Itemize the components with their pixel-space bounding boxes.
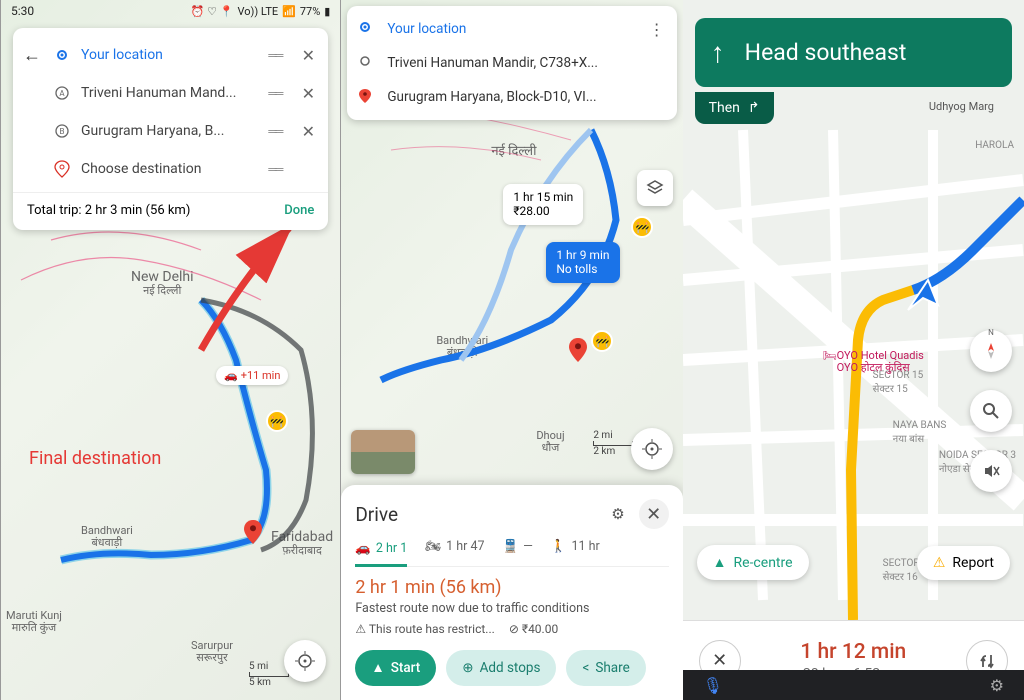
share-button[interactable]: <Share: [566, 650, 645, 686]
assistant-icon[interactable]: 🎙: [703, 676, 723, 695]
stop-row-b[interactable]: B Gurugram Haryana, B... ══ ✕: [13, 112, 328, 150]
navigate-icon: ▲: [371, 660, 384, 676]
status-icons: ⏰ ♡ 📍Vo)) LTE📶77%▮: [191, 5, 331, 18]
start-button[interactable]: ▲Start: [355, 650, 436, 686]
drag-handle-icon[interactable]: ══: [268, 124, 288, 138]
destination-pin-icon: [566, 338, 590, 366]
turn-right-icon: ↱: [748, 100, 760, 116]
car-icon: 🚗: [224, 369, 238, 382]
stop-b-text[interactable]: Gurugram Haryana, B...: [81, 123, 258, 139]
stop-row-choose[interactable]: Choose destination ══: [13, 150, 328, 188]
stop-a-icon: A: [53, 84, 71, 102]
arrow-up-icon: ↑: [711, 36, 725, 69]
stop-a-text[interactable]: Triveni Hanuman Mand...: [81, 85, 258, 101]
route-time: 2 hr 1 min (56 km): [355, 577, 668, 598]
train-icon: 🚆: [503, 539, 519, 554]
tab-transit[interactable]: 🚆—: [503, 539, 533, 558]
hotel-icon: 🛏: [823, 349, 837, 362]
circle-icon: [359, 55, 375, 71]
locate-me-button[interactable]: [631, 428, 673, 470]
more-menu-icon[interactable]: ⋮: [649, 20, 665, 39]
origin-dot-icon: [359, 21, 375, 37]
tab-bike[interactable]: 🏍1 hr 47: [425, 539, 484, 558]
destination-pin-icon: [359, 89, 375, 105]
sheet-title: Drive: [355, 503, 398, 526]
tab-walk[interactable]: 🚶11 hr: [551, 539, 600, 558]
clear-icon[interactable]: ✕: [298, 122, 318, 141]
annotation-text: Final destination: [29, 448, 161, 469]
destination-pin-icon: [53, 160, 71, 178]
eta-time: 1 hr 12 min: [800, 640, 906, 664]
trip-total: Total trip: 2 hr 3 min (56 km): [27, 203, 190, 218]
recentre-button[interactable]: ▲Re-centre: [697, 545, 809, 580]
warning-icon: ⚠: [933, 555, 946, 571]
destination-pin-icon: [241, 520, 265, 548]
status-bar: 5:30 ⏰ ♡ 📍Vo)) LTE📶77%▮: [1, 0, 340, 22]
stop-row-origin[interactable]: ← Your location ══ ✕: [13, 36, 328, 74]
bike-icon: 🏍: [425, 539, 441, 554]
stop-b-icon: B: [53, 122, 71, 140]
clear-icon[interactable]: ✕: [298, 84, 318, 103]
walk-icon: 🚶: [551, 539, 567, 554]
compass-button[interactable]: N: [970, 330, 1012, 372]
construction-icon: 🚧: [266, 410, 288, 432]
origin-text[interactable]: Your location: [387, 21, 636, 37]
map-scale: 5 mi5 km: [249, 661, 289, 688]
add-stops-button[interactable]: ⊕Add stops: [446, 650, 556, 686]
route-warnings: ⚠ This route has restrict... ⊘ ₹40.00: [355, 622, 668, 636]
nav-direction-banner[interactable]: ↑ Head southeast: [695, 18, 1012, 87]
options-icon[interactable]: ⚙: [611, 505, 624, 523]
warning-icon: ⚠: [355, 622, 366, 636]
clear-icon[interactable]: ✕: [298, 46, 318, 65]
trip-summary: Total trip: 2 hr 3 min (56 km) Done: [13, 192, 328, 222]
poi-label-oyo[interactable]: 🛏OYO Hotel Quadis OYO होटल कुंदिस: [823, 350, 924, 374]
tab-drive[interactable]: 🚗2 hr 1: [355, 539, 407, 567]
route-callout-1[interactable]: 1 hr 15 min₹28.00: [503, 184, 583, 225]
report-button[interactable]: ⚠Report: [917, 546, 1010, 580]
done-button[interactable]: Done: [284, 203, 314, 218]
origin-text[interactable]: Your location: [81, 47, 258, 63]
delay-badge: 🚗+11 min: [216, 366, 288, 385]
drag-handle-icon[interactable]: ══: [268, 162, 288, 176]
drag-handle-icon[interactable]: ══: [268, 48, 288, 62]
android-nav-bar: 🎙 ⚙: [683, 670, 1024, 700]
layers-button[interactable]: [637, 170, 673, 206]
route-callout-2[interactable]: 1 hr 9 minNo tolls: [546, 242, 619, 283]
map-scale: 2 mi2 km: [593, 430, 633, 457]
toll-icon: ⊘: [509, 622, 519, 636]
search-button[interactable]: [970, 390, 1012, 432]
stop-a-text[interactable]: Triveni Hanuman Mandir, C738+X...: [387, 55, 664, 71]
stop-b-text[interactable]: Gurugram Haryana, Block-D10, VI...: [387, 89, 664, 105]
close-icon[interactable]: ✕: [639, 499, 669, 529]
svg-text:B: B: [60, 127, 65, 136]
stop-row-a[interactable]: A Triveni Hanuman Mand... ══ ✕: [13, 74, 328, 112]
navigate-icon: ▲: [713, 554, 727, 571]
then-tag[interactable]: Then ↱: [695, 92, 774, 124]
share-icon: <: [582, 660, 589, 676]
status-time: 5:30: [11, 4, 34, 18]
drag-handle-icon[interactable]: ══: [268, 86, 288, 100]
route-bottom-sheet[interactable]: Drive ⚙ ✕ 🚗2 hr 1 🏍1 hr 47 🚆— 🚶11 hr 2 h…: [341, 485, 682, 700]
settings-icon[interactable]: ⚙: [990, 676, 1004, 695]
area-label-harola: HAROLA: [975, 140, 1014, 151]
area-label-nayabans: NAYA BANSनया बांस: [893, 420, 947, 445]
annotation-arrow-icon: [171, 220, 311, 360]
waypoints-card: Your location ⋮ Triveni Hanuman Mandir, …: [347, 6, 676, 120]
stop-a-row[interactable]: Triveni Hanuman Mandir, C738+X...: [347, 46, 676, 80]
stop-b-row[interactable]: Gurugram Haryana, Block-D10, VI...: [347, 80, 676, 114]
stops-card: ← Your location ══ ✕ A Triveni Hanuman M…: [13, 28, 328, 230]
mute-button[interactable]: [970, 450, 1012, 492]
origin-row[interactable]: Your location ⋮: [347, 12, 676, 46]
road-label: Udhyog Marg: [929, 100, 994, 113]
mode-tabs: 🚗2 hr 1 🏍1 hr 47 🚆— 🚶11 hr: [355, 539, 668, 567]
svg-text:A: A: [59, 89, 65, 98]
origin-dot-icon: [53, 46, 71, 64]
nav-direction-text: Head southeast: [745, 39, 907, 66]
route-desc: Fastest route now due to traffic conditi…: [355, 601, 668, 616]
choose-dest-text[interactable]: Choose destination: [81, 161, 258, 177]
car-icon: 🚗: [355, 541, 371, 556]
street-view-preview[interactable]: [351, 430, 415, 474]
back-arrow-icon[interactable]: ←: [23, 45, 43, 66]
add-stop-icon: ⊕: [462, 660, 473, 676]
